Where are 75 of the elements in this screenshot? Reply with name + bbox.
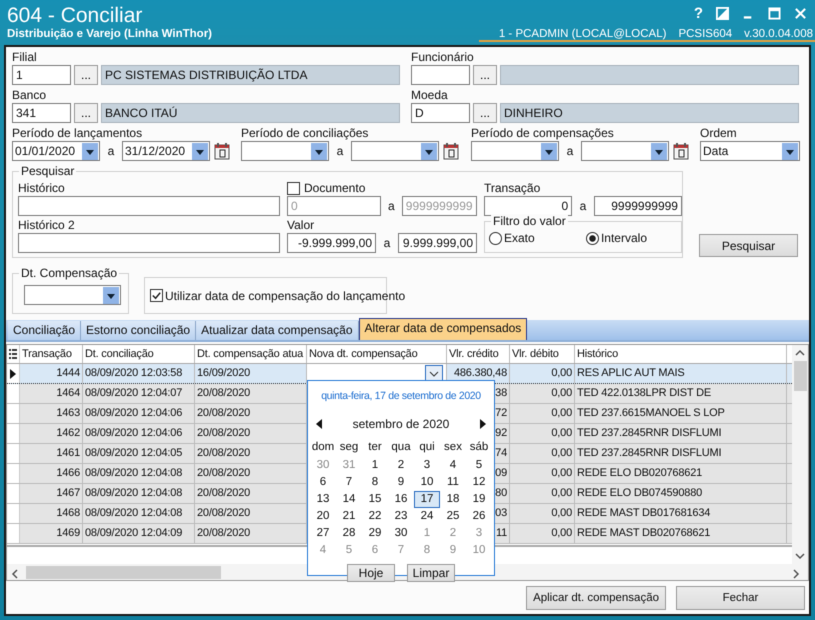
- table-cell: 0,00: [510, 424, 575, 443]
- field-label: Período de conciliações: [241, 126, 370, 141]
- table-cell: REDE MAST DB020768621: [575, 524, 787, 543]
- field-label: Moeda: [411, 88, 449, 103]
- name-field: PC SISTEMAS DISTRIBUIÇÃO LTDA: [101, 65, 400, 85]
- group-title: Filtro do valor: [491, 214, 568, 228]
- checkbox-label: Utilizar data de compensação do lançamento: [165, 288, 406, 302]
- version-label: v.30.0.04.008: [744, 28, 813, 40]
- table-cell: REDE MAST DB017681634: [575, 504, 787, 523]
- field-label: Funcionário: [411, 50, 475, 65]
- weekday-label: qua: [390, 440, 412, 455]
- table-cell: 0,00: [510, 464, 575, 483]
- table-cell: TED 237.2845RNR DISFLUMI: [575, 444, 787, 463]
- field-label: Transação: [484, 181, 542, 196]
- range-separator: a: [386, 199, 396, 213]
- table-cell: 1466: [20, 464, 83, 483]
- field-label: Banco: [12, 88, 48, 103]
- field-label: Filial: [12, 50, 38, 65]
- table-cell: 0,00: [510, 524, 575, 543]
- program-code: PCSIS604: [678, 28, 732, 40]
- range-separator: a: [106, 144, 116, 158]
- table-cell: 1461: [20, 444, 83, 463]
- field-label: Período de compensações: [471, 126, 615, 141]
- table-cell: 0,00: [510, 504, 575, 523]
- range-separator: a: [578, 199, 588, 213]
- table-cell: 08/09/2020 12:04:06: [83, 404, 195, 423]
- table-cell: 08/09/2020 12:04:08: [83, 484, 195, 503]
- table-cell: REDE ELO DB074590880: [575, 484, 787, 503]
- table-cell: 0,00: [510, 444, 575, 463]
- table-cell: TED 237.2845RNR DISFLUMI: [575, 424, 787, 443]
- weekday-label: ter: [367, 440, 383, 455]
- weekday-label: seg: [338, 440, 360, 455]
- table-cell: 08/09/2020 12:04:07: [83, 384, 195, 403]
- weekday-label: dom: [310, 440, 336, 455]
- range-separator: a: [336, 144, 344, 158]
- table-cell: 08/09/2020 12:04:06: [83, 424, 195, 443]
- table-cell: 08/09/2020 12:04:08: [83, 504, 195, 523]
- table-cell: 08/09/2020 12:03:58: [83, 364, 195, 383]
- field-label: Período de lançamentos: [12, 126, 144, 141]
- range-separator: a: [566, 144, 574, 158]
- user-info: 1 - PCADMIN (LOCAL@LOCAL): [498, 28, 666, 40]
- field-label: Valor: [287, 218, 316, 233]
- table-cell: 08/09/2020 12:04:09: [83, 524, 195, 543]
- window-title: 604 - Conciliar: [7, 3, 144, 28]
- field-label: Ordem: [700, 126, 738, 141]
- group-title: Pesquisar: [19, 164, 76, 178]
- table-cell: 08/09/2020 12:04:08: [83, 464, 195, 483]
- name-field: BANCO ITAÚ: [101, 103, 400, 123]
- radio-label: Exato: [504, 231, 535, 245]
- table-cell: TED 422.0138LPR DIST DE: [575, 384, 787, 403]
- table-cell: 0,00: [510, 364, 575, 383]
- table-cell: REDE ELO DB020768621: [575, 464, 787, 483]
- table-cell: 1444: [20, 364, 83, 383]
- window-subtitle: Distribuição e Varejo (Linha WinThor): [7, 28, 212, 40]
- table-cell: 1462: [20, 424, 83, 443]
- table-cell: TED 237.6615MANOEL S LOP: [575, 404, 787, 423]
- group-title: Dt. Compensação: [19, 266, 120, 280]
- table-cell: RES APLIC AUT MAIS: [575, 364, 787, 383]
- weekday-label: qui: [418, 440, 436, 455]
- table-cell: 1463: [20, 404, 83, 423]
- range-separator: a: [382, 236, 392, 250]
- field-label: Documento: [304, 181, 366, 196]
- table-cell: 08/09/2020 12:04:05: [83, 444, 195, 463]
- field-label: Histórico 2: [18, 218, 76, 233]
- field-label: Histórico: [18, 181, 66, 196]
- table-cell: 0,00: [510, 404, 575, 423]
- radio-label: Intervalo: [600, 231, 647, 245]
- table-cell: 0,00: [510, 484, 575, 503]
- table-cell: 1464: [20, 384, 83, 403]
- month-title: setembro de 2020: [352, 417, 450, 431]
- table-cell: 1467: [20, 484, 83, 503]
- table-cell: 0,00: [510, 384, 575, 403]
- table-cell: 1468: [20, 504, 83, 523]
- name-field: DINHEIRO: [500, 103, 799, 123]
- table-cell: 1469: [20, 524, 83, 543]
